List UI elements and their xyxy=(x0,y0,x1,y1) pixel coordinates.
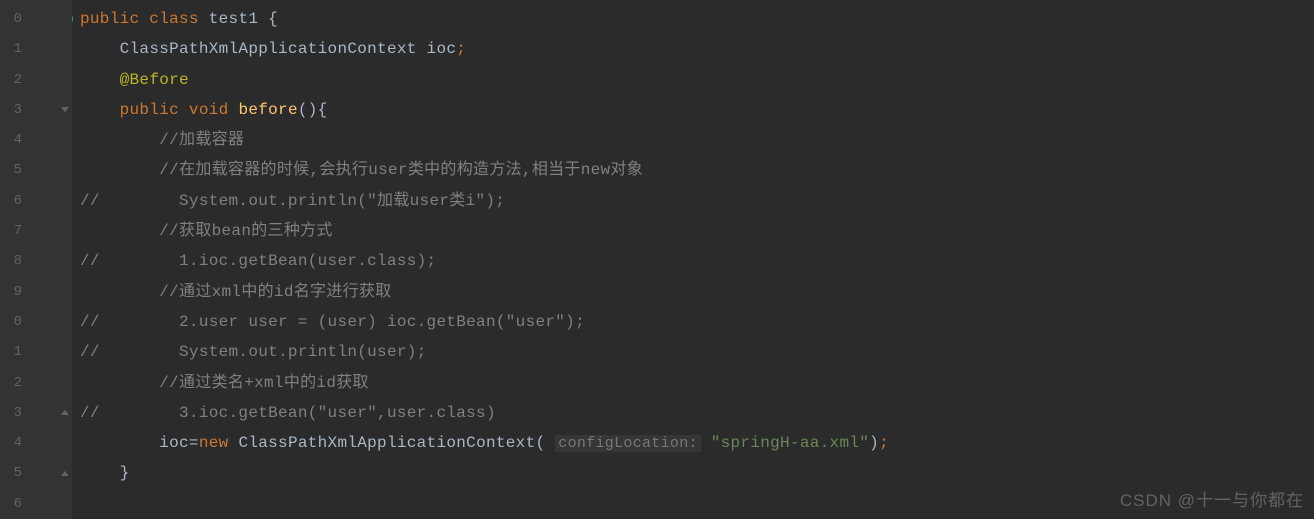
code-editor: 0 1 2 3 4 5 6 7 8 9 0 1 2 3 4 5 6 xyxy=(0,0,1314,519)
code-line[interactable]: //通过xml中的id名字进行获取 xyxy=(80,277,1314,307)
code-line[interactable]: ClassPathXmlApplicationContext ioc; xyxy=(80,34,1314,64)
comment: // 1.ioc.getBean(user.class); xyxy=(80,252,436,270)
code-line[interactable]: ioc=new ClassPathXmlApplicationContext( … xyxy=(80,428,1314,458)
variable: ioc xyxy=(417,40,457,58)
line-number: 1 xyxy=(0,34,28,64)
comment: // System.out.println("加载user类i"); xyxy=(80,192,505,210)
fold-close-icon[interactable] xyxy=(61,409,69,417)
code-line[interactable]: //通过类名+xml中的id获取 xyxy=(80,368,1314,398)
line-number: 3 xyxy=(0,398,28,428)
line-number: 4 xyxy=(0,125,28,155)
line-number: 8 xyxy=(0,246,28,276)
paren: ) xyxy=(869,434,879,452)
keyword: public xyxy=(120,101,189,119)
comment: //获取bean的三种方式 xyxy=(159,222,333,240)
fold-close-icon[interactable] xyxy=(61,470,69,478)
line-number: 2 xyxy=(0,368,28,398)
code-line[interactable]: public class test1 { xyxy=(80,4,1314,34)
fold-column xyxy=(58,0,72,519)
paren-brace: (){ xyxy=(298,101,328,119)
string-literal: "springH-aa.xml" xyxy=(701,434,869,452)
gutter-icons-column xyxy=(28,0,58,519)
variable: ioc= xyxy=(159,434,199,452)
code-line[interactable]: //加载容器 xyxy=(80,125,1314,155)
line-number: 1 xyxy=(0,337,28,367)
line-number: 0 xyxy=(0,307,28,337)
code-line[interactable]: // 2.user user = (user) ioc.getBean("use… xyxy=(80,307,1314,337)
semicolon: ; xyxy=(879,434,889,452)
semicolon: ; xyxy=(456,40,466,58)
comment: //加载容器 xyxy=(159,131,244,149)
code-line[interactable]: // 1.ioc.getBean(user.class); xyxy=(80,246,1314,276)
comment: //在加载容器的时候,会执行user类中的构造方法,相当于new对象 xyxy=(159,161,643,179)
line-number: 5 xyxy=(0,155,28,185)
code-line[interactable]: // 3.ioc.getBean("user",user.class) xyxy=(80,398,1314,428)
line-number-gutter: 0 1 2 3 4 5 6 7 8 9 0 1 2 3 4 5 6 xyxy=(0,0,28,519)
line-number: 0 xyxy=(0,4,28,34)
code-line[interactable]: //获取bean的三种方式 xyxy=(80,216,1314,246)
type-name: ClassPathXmlApplicationContext xyxy=(120,40,417,58)
line-number: 2 xyxy=(0,65,28,95)
comment: //通过类名+xml中的id获取 xyxy=(159,374,369,392)
comment: //通过xml中的id名字进行获取 xyxy=(159,283,391,301)
line-number: 4 xyxy=(0,428,28,458)
keyword: public class xyxy=(80,10,209,28)
comment: // System.out.println(user); xyxy=(80,343,427,361)
keyword: void xyxy=(189,101,239,119)
line-number: 5 xyxy=(0,458,28,488)
line-number: 9 xyxy=(0,277,28,307)
line-number: 3 xyxy=(0,95,28,125)
fold-open-icon[interactable] xyxy=(61,106,69,114)
brace: } xyxy=(120,464,130,482)
brace: { xyxy=(258,10,278,28)
code-line[interactable]: // System.out.println(user); xyxy=(80,337,1314,367)
code-area[interactable]: public class test1 { ClassPathXmlApplica… xyxy=(72,0,1314,519)
code-line[interactable]: } xyxy=(80,458,1314,488)
code-line[interactable]: public void before(){ xyxy=(80,95,1314,125)
code-line[interactable]: // System.out.println("加载user类i"); xyxy=(80,186,1314,216)
line-number: 7 xyxy=(0,216,28,246)
code-line[interactable]: //在加载容器的时候,会执行user类中的构造方法,相当于new对象 xyxy=(80,155,1314,185)
constructor: ClassPathXmlApplicationContext( xyxy=(238,434,545,452)
annotation: @Before xyxy=(120,71,189,89)
watermark: CSDN @十一与你都在 xyxy=(1120,486,1304,511)
comment: // 3.ioc.getBean("user",user.class) xyxy=(80,404,496,422)
fold-open-icon[interactable] xyxy=(61,15,69,23)
keyword: new xyxy=(199,434,239,452)
line-number: 6 xyxy=(0,186,28,216)
parameter-hint: configLocation: xyxy=(555,435,701,452)
line-number: 6 xyxy=(0,489,28,519)
method-name: before xyxy=(238,101,297,119)
comment: // 2.user user = (user) ioc.getBean("use… xyxy=(80,313,585,331)
code-line[interactable]: @Before xyxy=(80,65,1314,95)
class-name: test1 xyxy=(209,10,259,28)
